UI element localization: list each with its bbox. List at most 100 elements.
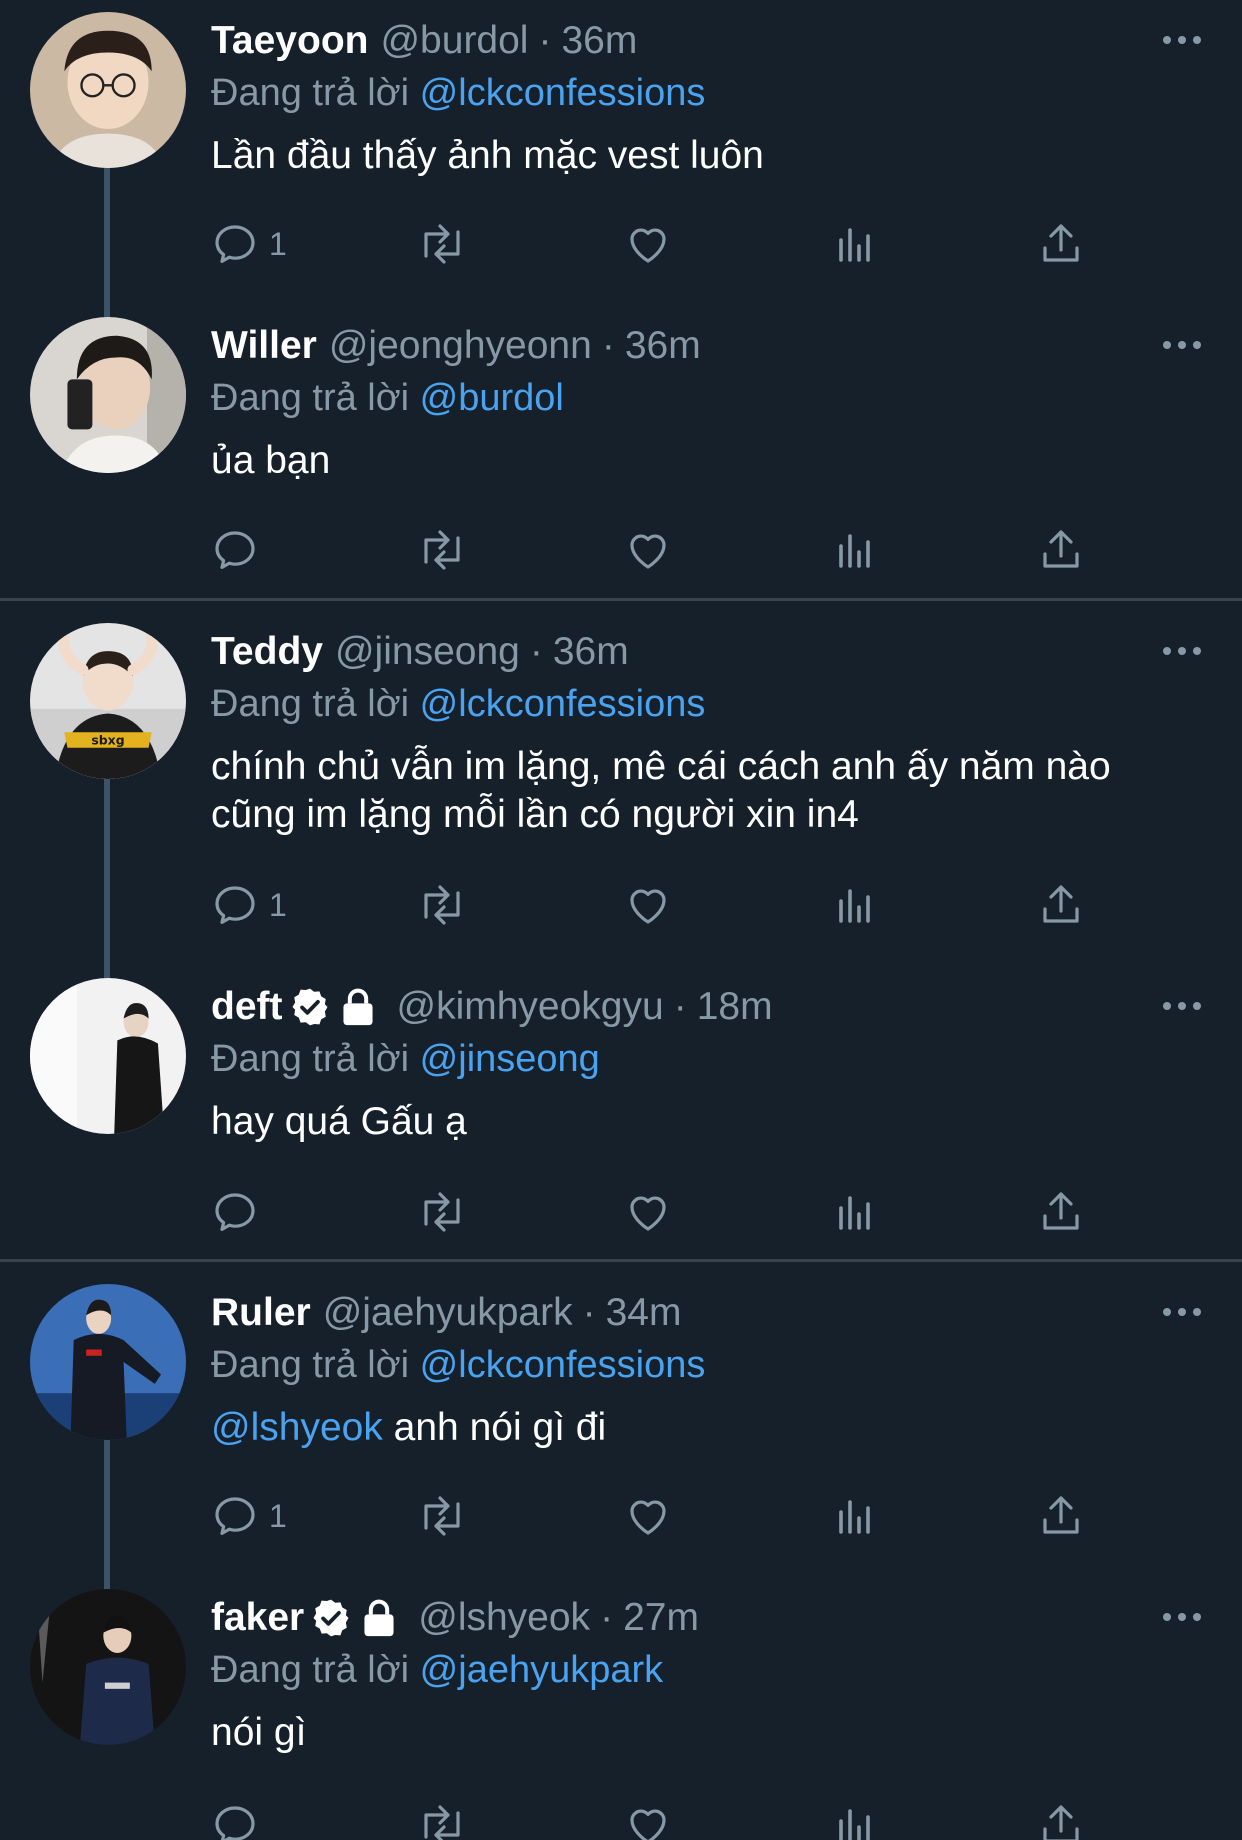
analytics-icon (839, 228, 870, 262)
tweet-text: Lần đầu thấy ảnh mặc vest luôn (211, 134, 764, 177)
avatar[interactable] (30, 978, 186, 1134)
action-bar (211, 1182, 1111, 1242)
more-button[interactable] (1142, 20, 1202, 60)
display-name[interactable]: Taeyoon (211, 19, 368, 63)
body-mention[interactable]: @lshyeok (211, 1406, 383, 1449)
share-button[interactable] (1037, 1795, 1085, 1840)
tweet-faker[interactable]: faker @lshyeok · 27m Đang trả lời @jaehy… (0, 1577, 1242, 1840)
more-button[interactable] (1142, 325, 1202, 365)
tweet-taeyoon[interactable]: Taeyoon @burdol · 36m Đang trả lời @lckc… (0, 0, 1242, 318)
like-button[interactable] (624, 1486, 672, 1546)
share-button[interactable] (1037, 1486, 1085, 1546)
tweet-teddy[interactable]: sbxg Teddy @jinseong · 36m Đang trả lời … (0, 611, 1242, 989)
reply-button[interactable]: 1 (211, 875, 287, 935)
views-button[interactable] (831, 1182, 879, 1242)
user-handle[interactable]: @burdol (380, 19, 528, 63)
views-button[interactable] (831, 520, 879, 580)
separator-dot: · (538, 19, 552, 62)
replying-prefix: Đang trả lời (211, 1649, 410, 1691)
more-button[interactable] (1142, 1292, 1202, 1332)
like-button[interactable] (624, 1795, 672, 1840)
more-icon (1163, 647, 1201, 655)
timestamp[interactable]: 34m (606, 1291, 682, 1335)
avatar[interactable] (30, 317, 186, 473)
reply-icon (215, 886, 255, 924)
action-bar: 1 (211, 214, 1111, 274)
reply-button[interactable]: 1 (211, 214, 287, 274)
retweet-icon (424, 224, 460, 264)
avatar[interactable] (30, 1284, 186, 1440)
timestamp[interactable]: 36m (553, 630, 629, 674)
share-button[interactable] (1037, 875, 1085, 935)
replying-mention[interactable]: @burdol (420, 377, 564, 419)
reply-icon (215, 1497, 255, 1535)
timestamp[interactable]: 18m (697, 985, 773, 1029)
reply-button[interactable]: 1 (211, 1486, 287, 1546)
tweet-willer[interactable]: Willer @jeonghyeonn · 36m Đang trả lời @… (0, 305, 1242, 600)
reply-button[interactable] (211, 520, 269, 580)
views-button[interactable] (831, 1486, 879, 1546)
account-badges (310, 1597, 406, 1639)
retweet-button[interactable] (416, 1795, 468, 1840)
reply-icon (215, 531, 255, 569)
replying-prefix: Đang trả lời (211, 683, 410, 725)
retweet-button[interactable] (416, 875, 468, 935)
tweet-text: nói gì (211, 1711, 307, 1754)
replying-mention[interactable]: @lckconfessions (420, 1344, 706, 1386)
separator-dot: · (673, 985, 687, 1028)
replying-mention[interactable]: @lckconfessions (420, 72, 706, 114)
tweet-text: hay quá Gấu ạ (211, 1100, 467, 1143)
like-button[interactable] (624, 875, 672, 935)
user-handle[interactable]: @lshyeok (418, 1596, 590, 1640)
share-button[interactable] (1037, 1182, 1085, 1242)
reply-button[interactable] (211, 1182, 269, 1242)
lock-icon (364, 1599, 394, 1637)
more-icon (1163, 36, 1201, 44)
share-button[interactable] (1037, 520, 1085, 580)
display-name[interactable]: Teddy (211, 630, 323, 674)
reply-button[interactable] (211, 1795, 269, 1840)
avatar[interactable]: sbxg (30, 623, 186, 779)
display-name[interactable]: faker (211, 1596, 304, 1640)
display-name[interactable]: Ruler (211, 1291, 311, 1335)
tweet-ruler[interactable]: Ruler @jaehyukpark · 34m Đang trả lời @l… (0, 1272, 1242, 1590)
replying-mention[interactable]: @lckconfessions (420, 683, 706, 725)
timestamp[interactable]: 36m (561, 19, 637, 63)
replying-mention[interactable]: @jaehyukpark (420, 1649, 663, 1691)
views-button[interactable] (831, 875, 879, 935)
retweet-button[interactable] (416, 1486, 468, 1546)
views-button[interactable] (831, 1795, 879, 1840)
reply-count: 1 (269, 886, 287, 923)
timestamp[interactable]: 27m (623, 1596, 699, 1640)
share-button[interactable] (1037, 214, 1085, 274)
user-handle[interactable]: @jaehyukpark (323, 1291, 573, 1335)
more-button[interactable] (1142, 986, 1202, 1026)
thread-line (104, 1440, 110, 1590)
separator-dot: · (582, 1291, 596, 1334)
avatar[interactable] (30, 1589, 186, 1745)
user-handle[interactable]: @jinseong (335, 630, 520, 674)
replying-mention[interactable]: @jinseong (420, 1038, 600, 1080)
like-button[interactable] (624, 214, 672, 274)
like-button[interactable] (624, 520, 672, 580)
timestamp[interactable]: 36m (625, 324, 701, 368)
avatar[interactable] (30, 12, 186, 168)
display-name[interactable]: deft (211, 985, 283, 1029)
tweet-deft[interactable]: deft @kimhyeokgyu · 18m Đang trả lời @ji… (0, 966, 1242, 1261)
user-handle[interactable]: @jeonghyeonn (329, 324, 592, 368)
retweet-button[interactable] (416, 1182, 468, 1242)
like-button[interactable] (624, 1182, 672, 1242)
display-name[interactable]: Willer (211, 324, 317, 368)
more-button[interactable] (1142, 631, 1202, 671)
analytics-icon (839, 534, 870, 568)
user-handle[interactable]: @kimhyeokgyu (397, 985, 664, 1029)
thread-line (104, 779, 110, 989)
verified-badge-icon (313, 1599, 349, 1637)
retweet-button[interactable] (416, 214, 468, 274)
retweet-button[interactable] (416, 520, 468, 580)
heart-icon (630, 1500, 666, 1535)
tweet-text-rest: anh nói gì đi (382, 1406, 607, 1449)
more-button[interactable] (1142, 1597, 1202, 1637)
replying-to: Đang trả lời @jinseong (211, 1034, 1202, 1084)
views-button[interactable] (831, 214, 879, 274)
